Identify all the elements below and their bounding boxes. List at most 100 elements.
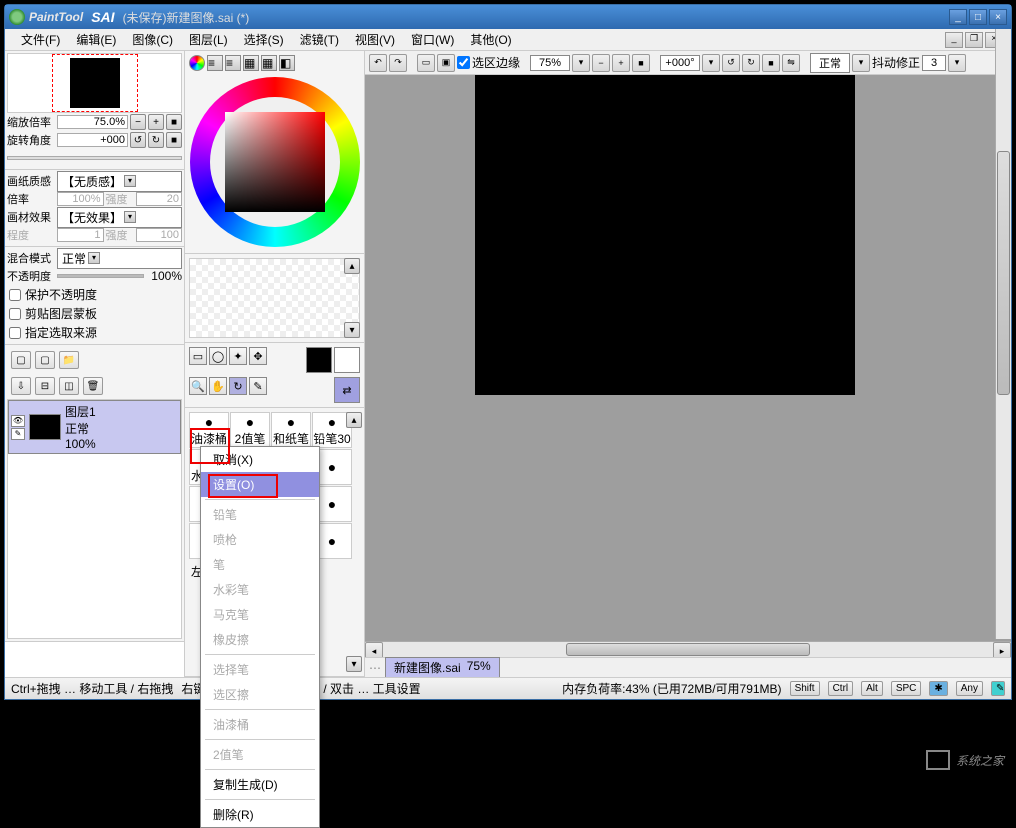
clipping-mask-checkbox[interactable] [9,308,21,320]
new-folder-button[interactable]: 📁 [59,351,79,369]
brush-cell[interactable]: ●2值笔 [230,412,270,448]
opacity-slider[interactable] [57,274,144,278]
fg-color-swatch[interactable] [306,347,332,373]
document-tab[interactable]: 新建图像.sai 75% [385,657,500,677]
horizontal-scrollbar[interactable]: ◂ ▸ [365,641,1011,657]
rotate-cw-button[interactable]: ↻ [148,132,164,148]
new-linework-button[interactable]: ▢ [35,351,55,369]
eyedropper-tool[interactable]: ✎ [249,377,267,395]
transfer-down-button[interactable]: ⇩ [11,377,31,395]
paper-feel-dropdown[interactable]: 【无质感】▾ [57,171,182,192]
deselect-button[interactable]: ▭ [417,54,435,72]
clear-layer-button[interactable]: ◫ [59,377,79,395]
select-rect-tool[interactable]: ▭ [189,347,207,365]
context-item[interactable]: 复制生成(D) [201,772,319,797]
zoom-value[interactable]: 75.0% [57,115,128,129]
vertical-scrollbar[interactable] [995,51,1011,639]
brush-scroll-up[interactable]: ▴ [346,412,362,428]
brush-context-menu[interactable]: 取消(X)设置(O)铅笔喷枪笔水彩笔马克笔橡皮擦选择笔选区擦油漆桶2值笔复制生成… [200,446,320,828]
mdi-restore[interactable]: ❐ [965,32,983,48]
menu-view[interactable]: 视图(V) [347,29,403,50]
canvas-zoom-dd[interactable]: ▾ [572,54,590,72]
menu-edit[interactable]: 编辑(E) [68,29,124,50]
context-item[interactable]: 取消(X) [201,447,319,472]
rotation-slider[interactable] [7,156,182,160]
menu-select[interactable]: 选择(S) [236,29,292,50]
protect-opacity-checkbox[interactable] [9,289,21,301]
swap-colors-button[interactable]: ⇄ [334,377,360,403]
move-tool[interactable]: ✥ [249,347,267,365]
rotate-ccw-button[interactable]: ↺ [130,132,146,148]
canvas-zoom-in[interactable]: + [612,54,630,72]
titlebar[interactable]: PaintTool SAI (未保存)新建图像.sai (*) _ □ × [5,5,1011,29]
rotation-value[interactable]: +000 [57,133,128,147]
color-swatch-tab[interactable]: ▦ [261,55,277,71]
color-square[interactable] [225,112,325,212]
color-wheel-tab[interactable] [189,55,205,71]
close-button[interactable]: × [989,9,1007,25]
canvas-rotate-ccw[interactable]: ↺ [722,54,740,72]
selection-edge-checkbox[interactable] [457,56,470,69]
menu-window[interactable]: 窗口(W) [403,29,462,50]
menu-image[interactable]: 图像(C) [124,29,181,50]
delete-layer-button[interactable]: 🗑 [83,377,103,395]
menu-layer[interactable]: 图层(L) [181,29,236,50]
brush-scroll-down[interactable]: ▾ [346,656,362,672]
blend-mode-dropdown[interactable]: 正常▾ [57,248,182,269]
zoom-reset-button[interactable]: ■ [166,114,182,130]
redo-button[interactable]: ↷ [389,54,407,72]
invert-sel-button[interactable]: ▣ [437,54,455,72]
canvas-zoom-field[interactable]: 75% [530,55,570,71]
stabilizer-field[interactable]: 正常 [810,53,850,73]
color-scratch-tab[interactable]: ◧ [279,55,295,71]
canvas-viewport[interactable] [365,75,1011,641]
texture-scroll-down[interactable]: ▾ [344,322,360,338]
merge-down-button[interactable]: ⊟ [35,377,55,395]
canvas-flip[interactable]: ⇋ [782,54,800,72]
rotate-reset-button[interactable]: ■ [166,132,182,148]
stabilizer-dd[interactable]: ▾ [852,54,870,72]
zoom-tool[interactable]: 🔍 [189,377,207,395]
context-item[interactable]: 删除(R) [201,802,319,827]
canvas-zoom-out[interactable]: − [592,54,610,72]
zoom-out-button[interactable]: − [130,114,146,130]
mdi-minimize[interactable]: _ [945,32,963,48]
magic-wand-tool[interactable]: ✦ [229,347,247,365]
zoom-in-button[interactable]: + [148,114,164,130]
maximize-button[interactable]: □ [969,9,987,25]
menu-file[interactable]: 文件(F) [13,29,68,50]
canvas-angle-field[interactable]: +000° [660,55,700,71]
lasso-tool[interactable]: ◯ [209,347,227,365]
selection-source-checkbox[interactable] [9,327,21,339]
tremor-field[interactable]: 3 [922,55,946,71]
paper-effect-dropdown[interactable]: 【无效果】▾ [57,207,182,228]
canvas-angle-dd[interactable]: ▾ [702,54,720,72]
brush-cell[interactable]: ●和纸笔 [271,412,311,448]
color-wheel[interactable] [190,77,360,247]
menu-filter[interactable]: 滤镜(T) [292,29,347,50]
hand-tool[interactable]: ✋ [209,377,227,395]
canvas-document[interactable] [475,75,855,395]
rotate-tool[interactable]: ↻ [229,377,247,395]
context-item[interactable]: 设置(O) [201,472,319,497]
new-layer-button[interactable]: ▢ [11,351,31,369]
minimize-button[interactable]: _ [949,9,967,25]
tremor-dd[interactable]: ▾ [948,54,966,72]
canvas-rotate-reset[interactable]: ■ [762,54,780,72]
canvas-rotate-cw[interactable]: ↻ [742,54,760,72]
menu-other[interactable]: 其他(O) [462,29,519,50]
color-rgb-tab[interactable]: ≡ [207,55,223,71]
undo-button[interactable]: ↶ [369,54,387,72]
canvas-zoom-fit[interactable]: ■ [632,54,650,72]
left-panels: 缩放倍率 75.0% − + ■ 旋转角度 +000 ↺ ↻ ■ 画纸质感 [5,51,185,677]
layer-edit-icon[interactable]: ✎ [11,428,25,440]
brush-cell[interactable]: ●油漆桶 [189,412,229,448]
layer-list[interactable]: 👁 ✎ 图层1 正常 100% [7,399,182,639]
texture-scroll-up[interactable]: ▴ [344,258,360,274]
navigator-preview[interactable] [7,53,182,113]
bg-color-swatch[interactable] [334,347,360,373]
layer-visible-icon[interactable]: 👁 [11,415,25,427]
color-mixer-tab[interactable]: ▦ [243,55,259,71]
layer-item[interactable]: 👁 ✎ 图层1 正常 100% [8,400,181,454]
color-hsv-tab[interactable]: ≡ [225,55,241,71]
